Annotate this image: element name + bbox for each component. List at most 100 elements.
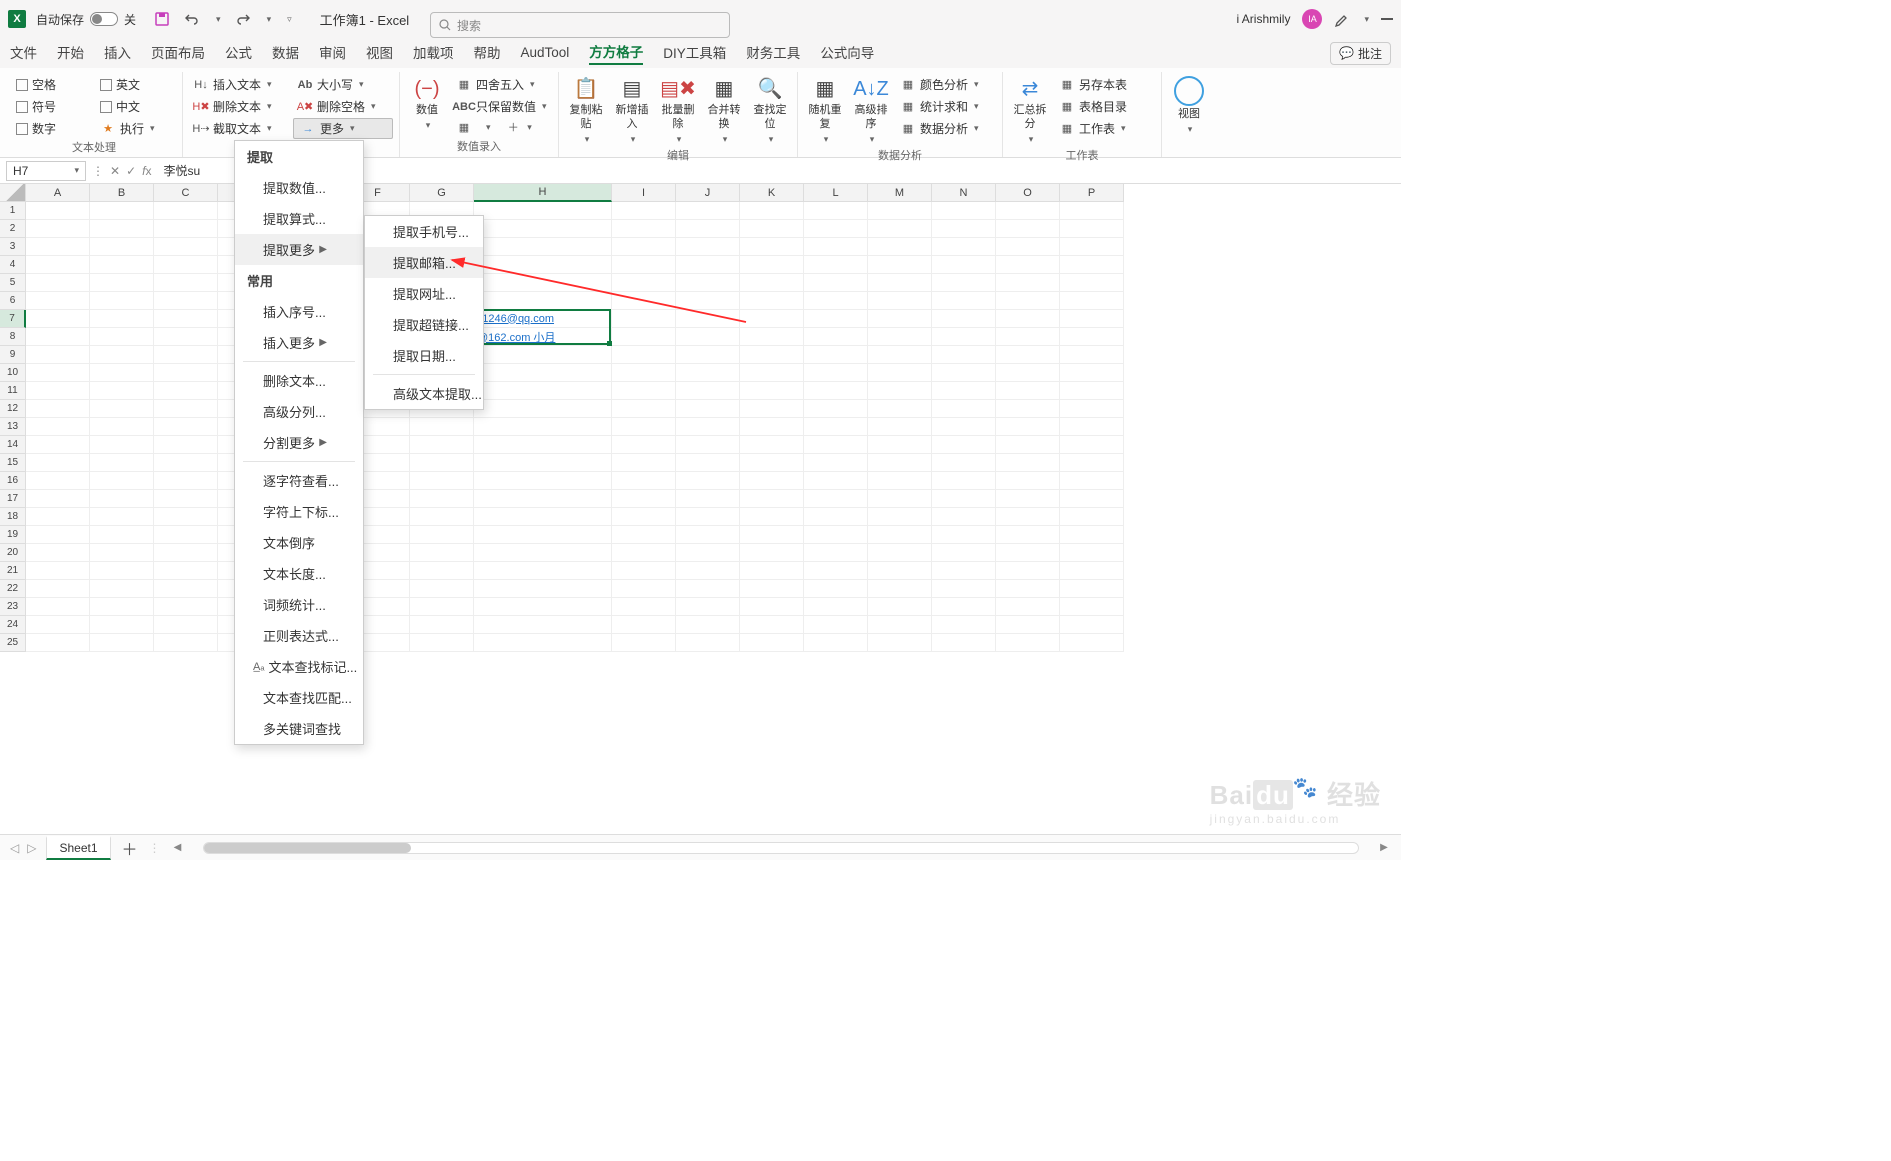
cell-C16[interactable] (154, 472, 218, 490)
cell-B24[interactable] (90, 616, 154, 634)
cell-O8[interactable] (996, 328, 1060, 346)
tab-home[interactable]: 开始 (57, 42, 84, 64)
cell-M19[interactable] (868, 526, 932, 544)
row-head-22[interactable]: 22 (0, 580, 26, 598)
cell-N14[interactable] (932, 436, 996, 454)
cell-A19[interactable] (26, 526, 90, 544)
cell-O2[interactable] (996, 220, 1060, 238)
cell-G24[interactable] (410, 616, 474, 634)
cell-B7[interactable] (90, 310, 154, 328)
mi-find-match[interactable]: 文本查找匹配... (235, 682, 363, 713)
cell-A25[interactable] (26, 634, 90, 652)
cell-I2[interactable] (612, 220, 676, 238)
cell-N23[interactable] (932, 598, 996, 616)
col-head-L[interactable]: L (804, 184, 868, 202)
cell-J3[interactable] (676, 238, 740, 256)
cell-M18[interactable] (868, 508, 932, 526)
cell-O1[interactable] (996, 202, 1060, 220)
btn-copy-paste[interactable]: 📋复制粘贴▾ (565, 74, 607, 147)
cell-O22[interactable] (996, 580, 1060, 598)
col-head-P[interactable]: P (1060, 184, 1124, 202)
cell-J10[interactable] (676, 364, 740, 382)
cell-L18[interactable] (804, 508, 868, 526)
row-head-10[interactable]: 10 (0, 364, 26, 382)
cell-I8[interactable] (612, 328, 676, 346)
cell-K6[interactable] (740, 292, 804, 310)
btn-adv-sort[interactable]: A↓Z高级排序▾ (850, 74, 892, 147)
cell-O7[interactable] (996, 310, 1060, 328)
cell-O9[interactable] (996, 346, 1060, 364)
tab-file[interactable]: 文件 (10, 42, 37, 64)
cell-P13[interactable] (1060, 418, 1124, 436)
mi-insert-more[interactable]: 插入更多▶ (235, 327, 363, 358)
cell-I9[interactable] (612, 346, 676, 364)
cell-P25[interactable] (1060, 634, 1124, 652)
cell-P3[interactable] (1060, 238, 1124, 256)
cell-I6[interactable] (612, 292, 676, 310)
cell-O6[interactable] (996, 292, 1060, 310)
save-icon[interactable] (154, 11, 170, 27)
cell-N4[interactable] (932, 256, 996, 274)
cell-M8[interactable] (868, 328, 932, 346)
cell-O20[interactable] (996, 544, 1060, 562)
cell-A17[interactable] (26, 490, 90, 508)
cell-G14[interactable] (410, 436, 474, 454)
cell-I4[interactable] (612, 256, 676, 274)
cell-C6[interactable] (154, 292, 218, 310)
cell-H9[interactable] (474, 346, 612, 364)
cell-N24[interactable] (932, 616, 996, 634)
cell-L1[interactable] (804, 202, 868, 220)
cell-H25[interactable] (474, 634, 612, 652)
cell-A14[interactable] (26, 436, 90, 454)
cell-B25[interactable] (90, 634, 154, 652)
cell-O3[interactable] (996, 238, 1060, 256)
cell-P21[interactable] (1060, 562, 1124, 580)
cell-M11[interactable] (868, 382, 932, 400)
cell-H13[interactable] (474, 418, 612, 436)
row-head-8[interactable]: 8 (0, 328, 26, 346)
col-head-O[interactable]: O (996, 184, 1060, 202)
cell-N17[interactable] (932, 490, 996, 508)
tab-addins[interactable]: 加载项 (413, 42, 454, 64)
cell-O24[interactable] (996, 616, 1060, 634)
cell-I14[interactable] (612, 436, 676, 454)
cell-M7[interactable] (868, 310, 932, 328)
h-scrollbar[interactable] (203, 842, 1359, 854)
cell-B14[interactable] (90, 436, 154, 454)
cell-K16[interactable] (740, 472, 804, 490)
cell-O16[interactable] (996, 472, 1060, 490)
cell-M20[interactable] (868, 544, 932, 562)
cell-H20[interactable] (474, 544, 612, 562)
btn-color-an[interactable]: ▦颜色分析▾ (896, 74, 996, 95)
cell-O12[interactable] (996, 400, 1060, 418)
cell-K1[interactable] (740, 202, 804, 220)
cell-A15[interactable] (26, 454, 90, 472)
cell-A1[interactable] (26, 202, 90, 220)
redo-chevron-icon[interactable]: ▾ (267, 14, 272, 25)
cell-N3[interactable] (932, 238, 996, 256)
col-head-A[interactable]: A (26, 184, 90, 202)
cell-N6[interactable] (932, 292, 996, 310)
btn-data-an[interactable]: ▦数据分析▾ (896, 118, 996, 139)
cell-A3[interactable] (26, 238, 90, 256)
cell-H8[interactable]: @162.com 小月 (474, 328, 612, 346)
cell-G21[interactable] (410, 562, 474, 580)
cell-J14[interactable] (676, 436, 740, 454)
cell-C17[interactable] (154, 490, 218, 508)
cell-J12[interactable] (676, 400, 740, 418)
cell-P1[interactable] (1060, 202, 1124, 220)
cell-B11[interactable] (90, 382, 154, 400)
cell-B9[interactable] (90, 346, 154, 364)
col-head-I[interactable]: I (612, 184, 676, 202)
cell-O23[interactable] (996, 598, 1060, 616)
cell-L17[interactable] (804, 490, 868, 508)
select-all-corner[interactable] (0, 184, 26, 202)
cell-A13[interactable] (26, 418, 90, 436)
row-head-16[interactable]: 16 (0, 472, 26, 490)
cell-P4[interactable] (1060, 256, 1124, 274)
row-head-23[interactable]: 23 (0, 598, 26, 616)
cell-L21[interactable] (804, 562, 868, 580)
cell-C15[interactable] (154, 454, 218, 472)
cell-P15[interactable] (1060, 454, 1124, 472)
enter-icon[interactable]: ✓ (126, 164, 136, 178)
